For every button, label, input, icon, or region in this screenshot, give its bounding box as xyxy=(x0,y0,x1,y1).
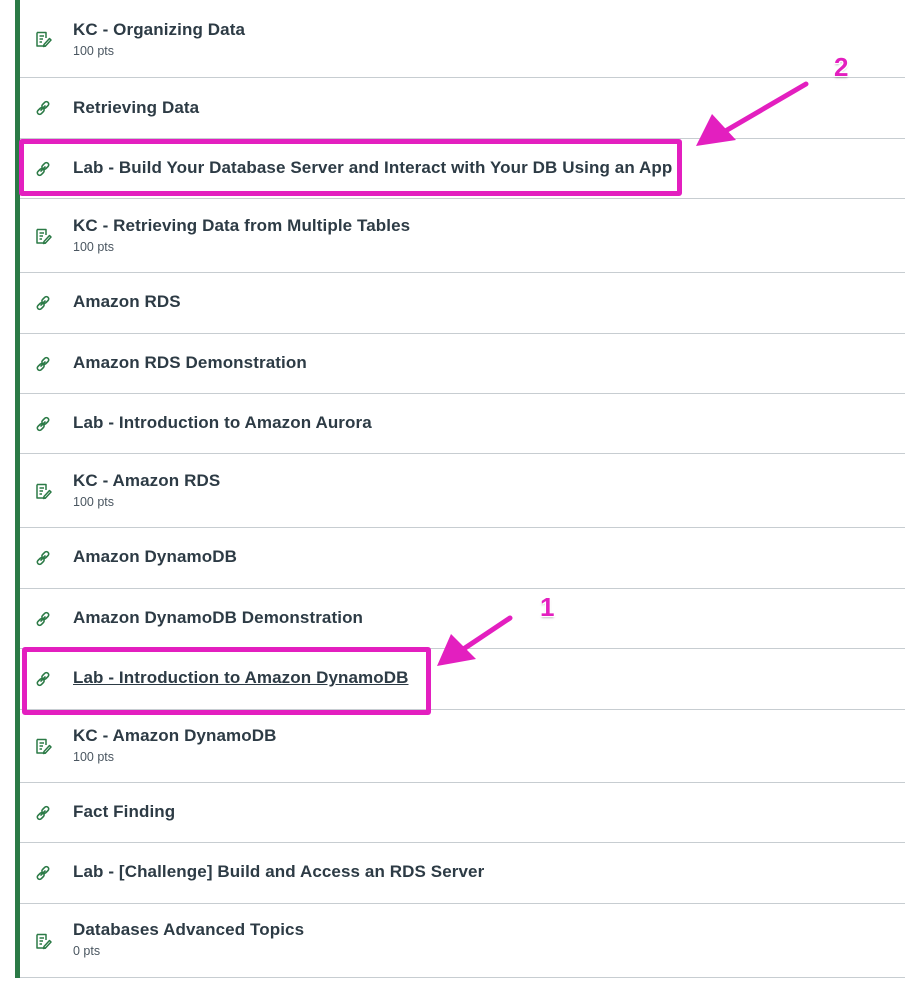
assignment-icon xyxy=(34,227,52,245)
link-icon xyxy=(34,294,52,312)
module-item-points: 100 pts xyxy=(73,44,115,58)
module-item-row[interactable]: Amazon DynamoDB Demonstration xyxy=(20,589,905,649)
module-item-row[interactable]: Lab - Introduction to Amazon DynamoDB xyxy=(20,649,905,710)
assignment-icon xyxy=(34,30,52,48)
module-item-row[interactable]: Lab - Build Your Database Server and Int… xyxy=(20,139,905,199)
module-item-points: 0 pts xyxy=(73,944,101,958)
module-item-title[interactable]: Amazon RDS Demonstration xyxy=(73,353,307,373)
module-item-row[interactable]: Amazon RDS xyxy=(20,273,905,334)
module-items-list: KC - Organizing Data 100 pts Retrieving … xyxy=(15,0,905,978)
module-item-title[interactable]: Amazon DynamoDB xyxy=(73,547,237,567)
assignment-icon xyxy=(34,737,52,755)
module-item-points: 100 pts xyxy=(73,495,115,509)
module-item-title[interactable]: Fact Finding xyxy=(73,802,175,822)
link-icon xyxy=(34,804,52,822)
module-item-row[interactable]: Fact Finding xyxy=(20,783,905,843)
link-icon xyxy=(34,160,52,178)
link-icon xyxy=(34,355,52,373)
module-item-title[interactable]: KC - Organizing Data xyxy=(73,20,245,40)
module-item-row[interactable]: KC - Amazon RDS 100 pts xyxy=(20,454,905,528)
link-icon xyxy=(34,864,52,882)
module-item-row[interactable]: Retrieving Data xyxy=(20,78,905,139)
annotation-number-2: 2 xyxy=(834,52,849,82)
module-item-title[interactable]: KC - Amazon RDS xyxy=(73,471,220,491)
module-item-row[interactable]: KC - Retrieving Data from Multiple Table… xyxy=(20,199,905,273)
module-item-title[interactable]: Amazon DynamoDB Demonstration xyxy=(73,608,363,628)
module-item-title[interactable]: Retrieving Data xyxy=(73,98,199,118)
module-item-row[interactable]: KC - Amazon DynamoDB 100 pts xyxy=(20,710,905,783)
module-item-row[interactable]: Lab - Introduction to Amazon Aurora xyxy=(20,394,905,454)
module-item-row[interactable]: Lab - [Challenge] Build and Access an RD… xyxy=(20,843,905,904)
annotation-number-1: 1 xyxy=(540,592,555,622)
module-item-title[interactable]: KC - Retrieving Data from Multiple Table… xyxy=(73,216,410,236)
module-item-row[interactable]: KC - Organizing Data 100 pts xyxy=(20,0,905,78)
module-item-row[interactable]: Databases Advanced Topics 0 pts xyxy=(20,904,905,978)
module-item-row[interactable]: Amazon RDS Demonstration xyxy=(20,334,905,394)
module-item-title[interactable]: Lab - Build Your Database Server and Int… xyxy=(73,158,672,178)
module-item-title[interactable]: Lab - Introduction to Amazon Aurora xyxy=(73,413,372,433)
link-icon xyxy=(34,610,52,628)
module-item-row[interactable]: Amazon DynamoDB xyxy=(20,528,905,589)
module-item-title[interactable]: Lab - [Challenge] Build and Access an RD… xyxy=(73,862,484,882)
module-item-title[interactable]: Lab - Introduction to Amazon DynamoDB xyxy=(73,668,409,688)
link-icon xyxy=(34,670,52,688)
link-icon xyxy=(34,549,52,567)
assignment-icon xyxy=(34,932,52,950)
module-item-title[interactable]: Databases Advanced Topics xyxy=(73,920,304,940)
link-icon xyxy=(34,99,52,117)
link-icon xyxy=(34,415,52,433)
module-item-points: 100 pts xyxy=(73,240,115,254)
module-item-title[interactable]: Amazon RDS xyxy=(73,292,181,312)
assignment-icon xyxy=(34,482,52,500)
module-item-points: 100 pts xyxy=(73,750,115,764)
module-item-title[interactable]: KC - Amazon DynamoDB xyxy=(73,726,277,746)
